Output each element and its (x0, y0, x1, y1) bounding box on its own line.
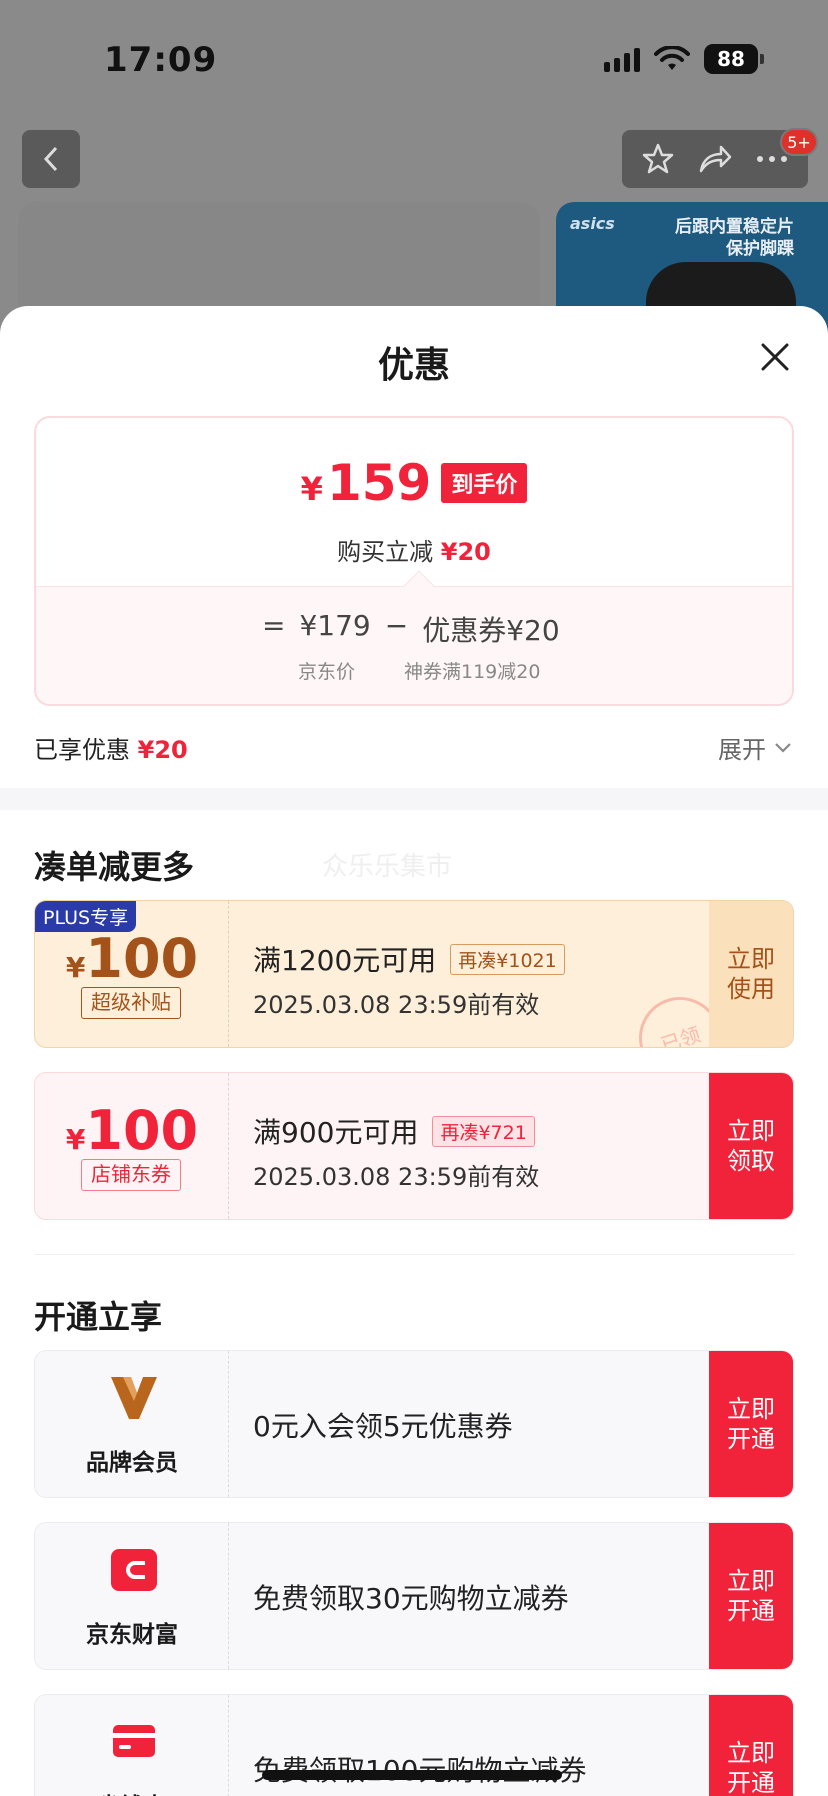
benefit-logo-area: 京东财富 (35, 1523, 229, 1669)
coupon-value-area: ¥100 店铺东券 (35, 1073, 229, 1219)
coupon-condition-text: 满1200元可用 (253, 944, 437, 977)
share-icon[interactable] (697, 143, 733, 175)
slogan-line: 保护脚踝 (726, 239, 794, 259)
coupon-amount-value: 100 (85, 1099, 199, 1162)
chevron-down-icon (775, 742, 791, 753)
open-now-button[interactable]: 立即开通 (709, 1695, 793, 1796)
section-title-open-benefits: 开通立享 (34, 1298, 163, 1336)
coupon-currency: ¥ (65, 951, 86, 984)
chevron-left-icon (43, 146, 58, 172)
formula-line: = ¥179 − 优惠券¥20 (262, 609, 560, 649)
coupon-amount-value: 100 (85, 927, 199, 990)
equals-sign: = (262, 609, 286, 642)
coupon-type-tag: 店铺东券 (81, 1159, 181, 1191)
coupon-validity: 2025.03.08 23:59前有效 (253, 991, 540, 1019)
coupon-caption: 神券满119减20 (404, 661, 541, 683)
jd-price-caption: 京东价 (298, 661, 356, 683)
coupon-amount: ¥100 (35, 1099, 229, 1162)
wifi-icon (654, 46, 690, 70)
final-price: ¥ 159 到手价 (36, 454, 792, 512)
coupon-amount: ¥100 (35, 927, 229, 990)
benefit-name: 品牌会员 (86, 1450, 178, 1476)
coupon-gap-pill: 再凑¥721 (432, 1115, 535, 1147)
final-price-tag: 到手价 (441, 463, 528, 503)
watermark: 众乐乐集市 (322, 852, 453, 882)
battery-level: 88 (717, 47, 745, 71)
coupon-shop: ¥100 店铺东券 满900元可用 再凑¥721 2025.03.08 23:5… (34, 1072, 794, 1220)
enjoyed-label: 已享优惠 (34, 736, 130, 764)
price-breakdown-card: ¥ 159 到手价 购买立减 ¥20 = ¥179 − 优惠券¥20 京东价 神… (34, 416, 794, 706)
home-indicator[interactable] (262, 1770, 562, 1780)
signal-icon (604, 46, 640, 72)
instant-reduce-label: 购买立减 (337, 538, 434, 566)
more-icon[interactable] (755, 154, 789, 164)
use-now-button[interactable]: 立即使用 (709, 901, 793, 1047)
benefit-desc: 0元入会领5元优惠券 (253, 1410, 513, 1443)
final-price-value: 159 (326, 454, 432, 512)
status-time: 17:09 (104, 40, 218, 80)
open-now-button[interactable]: 立即开通 (709, 1351, 793, 1497)
jd-wealth-icon (111, 1549, 157, 1591)
enjoyed-value: ¥20 (137, 736, 188, 764)
coupon-currency: ¥ (65, 1123, 86, 1156)
currency-symbol: ¥ (300, 470, 323, 508)
brand-member-icon (111, 1377, 157, 1419)
coupon-gap-pill: 再凑¥1021 (450, 943, 565, 975)
card-icon (113, 1725, 155, 1757)
benefit-name: 省钱卡 (35, 1787, 229, 1796)
expand-label: 展开 (718, 736, 766, 764)
discount-sheet: 优惠 ¥ 159 到手价 购买立减 ¥20 = ¥179 − 优惠券¥20 京东… (0, 306, 828, 1796)
back-button[interactable] (22, 130, 80, 188)
benefit-desc: 免费领取100元购物立减券 (253, 1749, 586, 1789)
slogan-line: 后跟内置稳定片 (675, 217, 794, 237)
brand-logo: asics (570, 214, 615, 233)
star-icon[interactable] (641, 142, 675, 176)
jd-price: ¥179 (299, 609, 371, 642)
claim-now-button[interactable]: 立即领取 (709, 1073, 793, 1219)
coupon-validity: 2025.03.08 23:59前有效 (253, 1163, 540, 1191)
sheet-title: 优惠 (377, 345, 450, 386)
instant-reduce: 购买立减 ¥20 (36, 532, 792, 567)
divider (34, 1254, 794, 1255)
expand-button[interactable]: 展开 (718, 730, 792, 765)
status-icons: 88 (604, 44, 764, 74)
benefit-item-jd-wealth: 京东财富 免费领取30元购物立减券 立即开通 (34, 1522, 794, 1670)
benefit-item-brand-member: 品牌会员 0元入会领5元优惠券 立即开通 (34, 1350, 794, 1498)
message-badge: 5+ (780, 128, 818, 156)
final-price-area: ¥ 159 到手价 购买立减 ¥20 (36, 418, 792, 586)
price-formula: = ¥179 − 优惠券¥20 京东价 神券满119减20 (36, 570, 792, 704)
background-page: 17:09 88 5+ asics 后跟内置稳定片 保护脚踝 (0, 0, 828, 342)
product-slogan: 后跟内置稳定片 保护脚踝 (675, 216, 794, 260)
benefit-logo-area: 品牌会员 (35, 1351, 229, 1497)
close-icon[interactable] (758, 340, 792, 374)
coupon-amount: 优惠券¥20 (422, 614, 560, 647)
coupon-condition-text: 满900元可用 (253, 1116, 419, 1149)
minus-sign: − (384, 609, 409, 642)
battery-icon: 88 (704, 44, 764, 74)
benefit-desc: 免费领取30元购物立减券 (253, 1582, 569, 1615)
benefit-logo-area: 省钱卡 (35, 1695, 229, 1796)
instant-reduce-value: ¥20 (440, 538, 491, 566)
plus-badge: PLUS专享 (35, 901, 137, 932)
open-now-button[interactable]: 立即开通 (709, 1523, 793, 1669)
coupon-type-tag: 超级补贴 (81, 987, 181, 1019)
coupon-plus: ¥100 超级补贴 PLUS专享 满1200元可用 再凑¥1021 2025.0… (34, 900, 794, 1048)
benefit-name: 京东财富 (86, 1622, 178, 1648)
enjoyed-discount: 已享优惠 ¥20 (34, 730, 188, 765)
section-title-more-savings: 凑单减更多 (34, 848, 195, 886)
section-divider (0, 788, 828, 810)
coupon-condition: 满1200元可用 再凑¥1021 (253, 939, 565, 979)
benefit-item-savings-card: 省钱卡 免费领取100元购物立减券 立即开通 (34, 1694, 794, 1796)
coupon-condition: 满900元可用 再凑¥721 (253, 1111, 535, 1151)
